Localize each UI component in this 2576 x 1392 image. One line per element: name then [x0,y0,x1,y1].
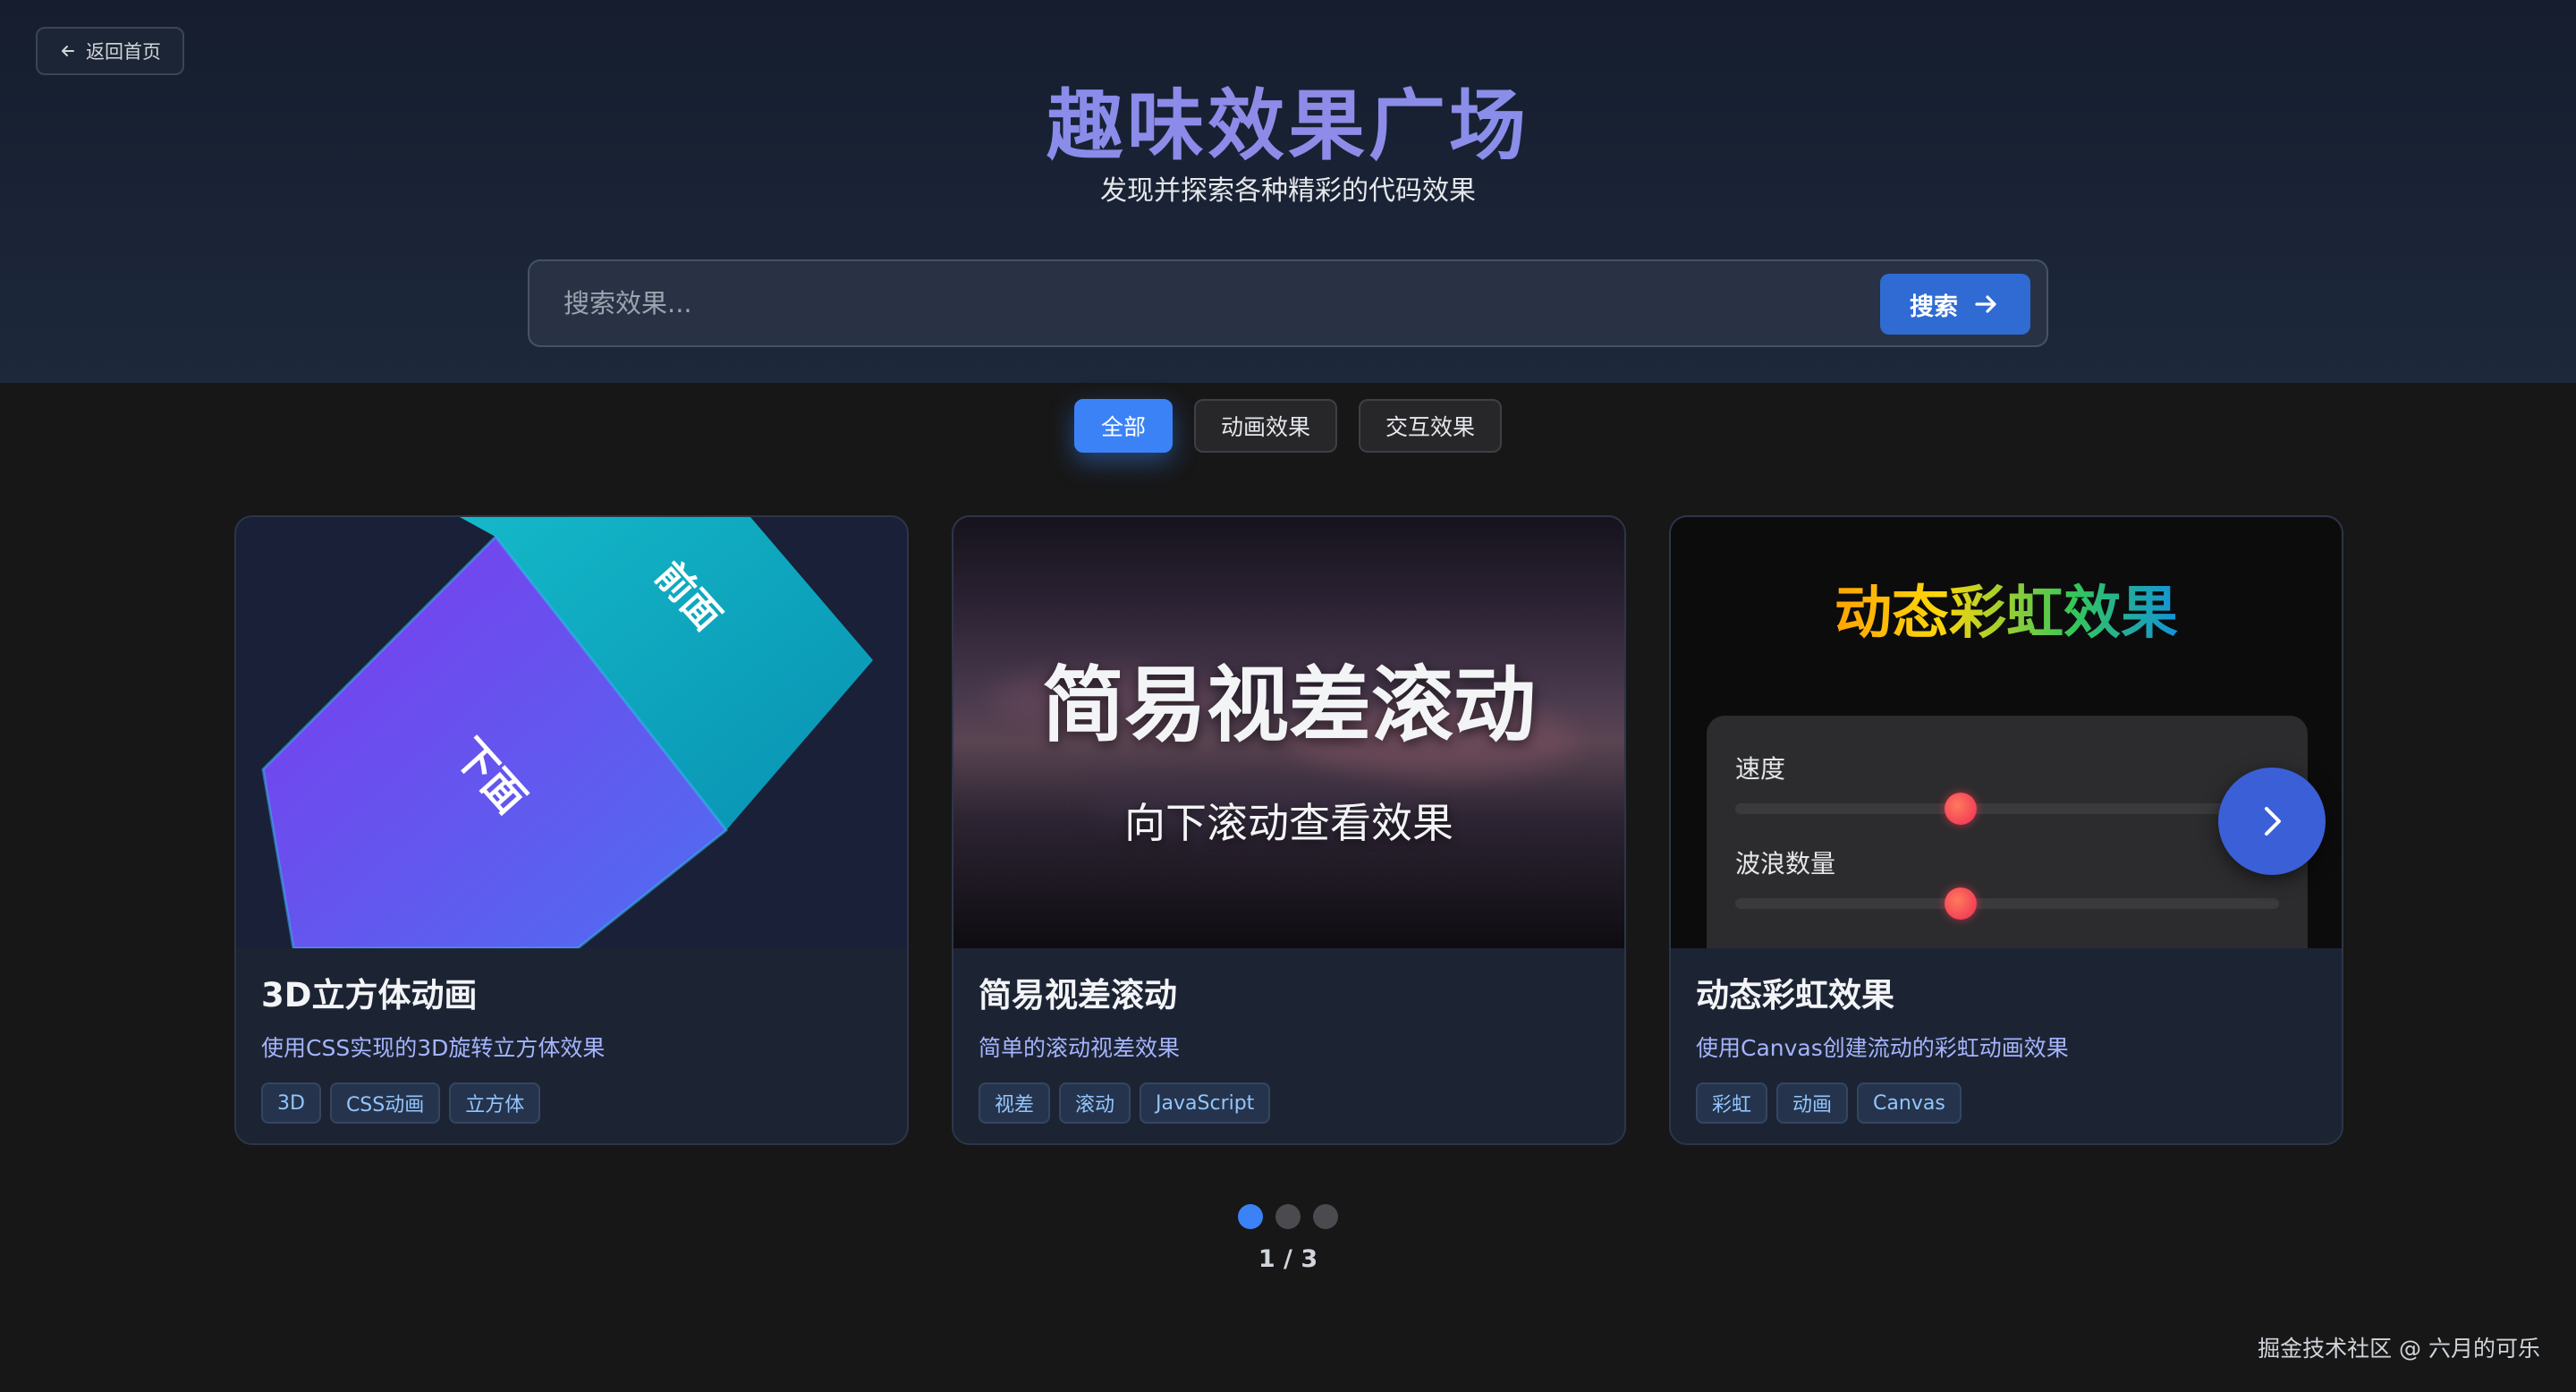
tag[interactable]: 3D [261,1082,321,1124]
footer-credit: 掘金技术社区 @ 六月的可乐 [2258,1336,2540,1362]
tag[interactable]: 立方体 [449,1082,541,1124]
card-preview: 简易视差滚动 向下滚动查看效果 [953,517,1624,948]
tag[interactable]: Canvas [1857,1082,1962,1124]
arrow-left-icon [62,46,74,56]
preview-heading: 动态彩虹效果 [1671,567,2342,649]
page-indicator: 1 / 3 [1258,1245,1318,1273]
tag[interactable]: 动画 [1776,1082,1849,1124]
card-description: 简单的滚动视差效果 [979,1035,1181,1061]
carousel-dot-2[interactable] [1275,1204,1301,1229]
card-description: 使用CSS实现的3D旋转立方体效果 [261,1035,606,1061]
speed-slider-track[interactable] [1735,803,2279,814]
back-home-label: 返回首页 [86,41,161,63]
waves-slider-track[interactable] [1735,898,2279,909]
tag[interactable]: JavaScript [1140,1082,1271,1124]
search-button-label: 搜索 [1910,293,1958,321]
effect-card-3d-cube[interactable]: 前面 下面 3D立方体动画 使用CSS实现的3D旋转立方体效果 3D CSS动画… [234,515,909,1145]
page-subtitle: 发现并探索各种精彩的代码效果 [1100,175,1476,207]
card-title: 简易视差滚动 [979,976,1177,1014]
tag[interactable]: 彩虹 [1696,1082,1768,1124]
card-tags: 彩虹 动画 Canvas [1696,1082,1962,1124]
speed-slider-thumb[interactable] [1945,793,1977,825]
preview-heading: 简易视差滚动 [1041,658,1536,753]
carousel-dots [0,1204,2576,1229]
control-panel: 速度 波浪数量 [1707,716,2308,948]
tag[interactable]: 滚动 [1059,1082,1131,1124]
search-button[interactable]: 搜索 [1880,274,2030,335]
card-title: 动态彩虹效果 [1696,976,1894,1014]
filter-interaction[interactable]: 交互效果 [1359,399,1503,453]
speed-label: 速度 [1735,754,1786,784]
arrow-right-icon [1975,295,1996,313]
preview-subheading: 向下滚动查看效果 [1124,799,1453,847]
search-bar: 搜索 [528,259,2048,347]
filter-all[interactable]: 全部 [1073,399,1173,453]
chevron-right-icon [2265,807,2281,836]
card-tags: 3D CSS动画 立方体 [261,1082,541,1124]
card-preview: 动态彩虹效果 速度 波浪数量 [1671,517,2342,948]
carousel-dot-1[interactable] [1238,1204,1263,1229]
carousel-dot-3[interactable] [1313,1204,1338,1229]
waves-slider-thumb[interactable] [1945,887,1977,920]
category-filters: 全部 动画效果 交互效果 [0,399,2576,454]
page-title: 趣味效果广场 [0,63,2576,174]
effect-card-parallax[interactable]: 简易视差滚动 向下滚动查看效果 简易视差滚动 简单的滚动视差效果 视差 滚动 J… [952,515,1626,1145]
card-title: 3D立方体动画 [261,976,478,1014]
carousel-next-button[interactable] [2218,768,2326,875]
card-description: 使用Canvas创建流动的彩虹动画效果 [1696,1035,2069,1061]
tag[interactable]: 视差 [979,1082,1051,1124]
tag[interactable]: CSS动画 [329,1082,441,1124]
search-input[interactable] [530,261,1853,345]
filter-animation[interactable]: 动画效果 [1193,399,1337,453]
cube-illustration: 前面 下面 [261,517,873,948]
card-tags: 视差 滚动 JavaScript [979,1082,1271,1124]
card-preview: 前面 下面 [236,517,907,948]
waves-label: 波浪数量 [1735,849,1836,878]
